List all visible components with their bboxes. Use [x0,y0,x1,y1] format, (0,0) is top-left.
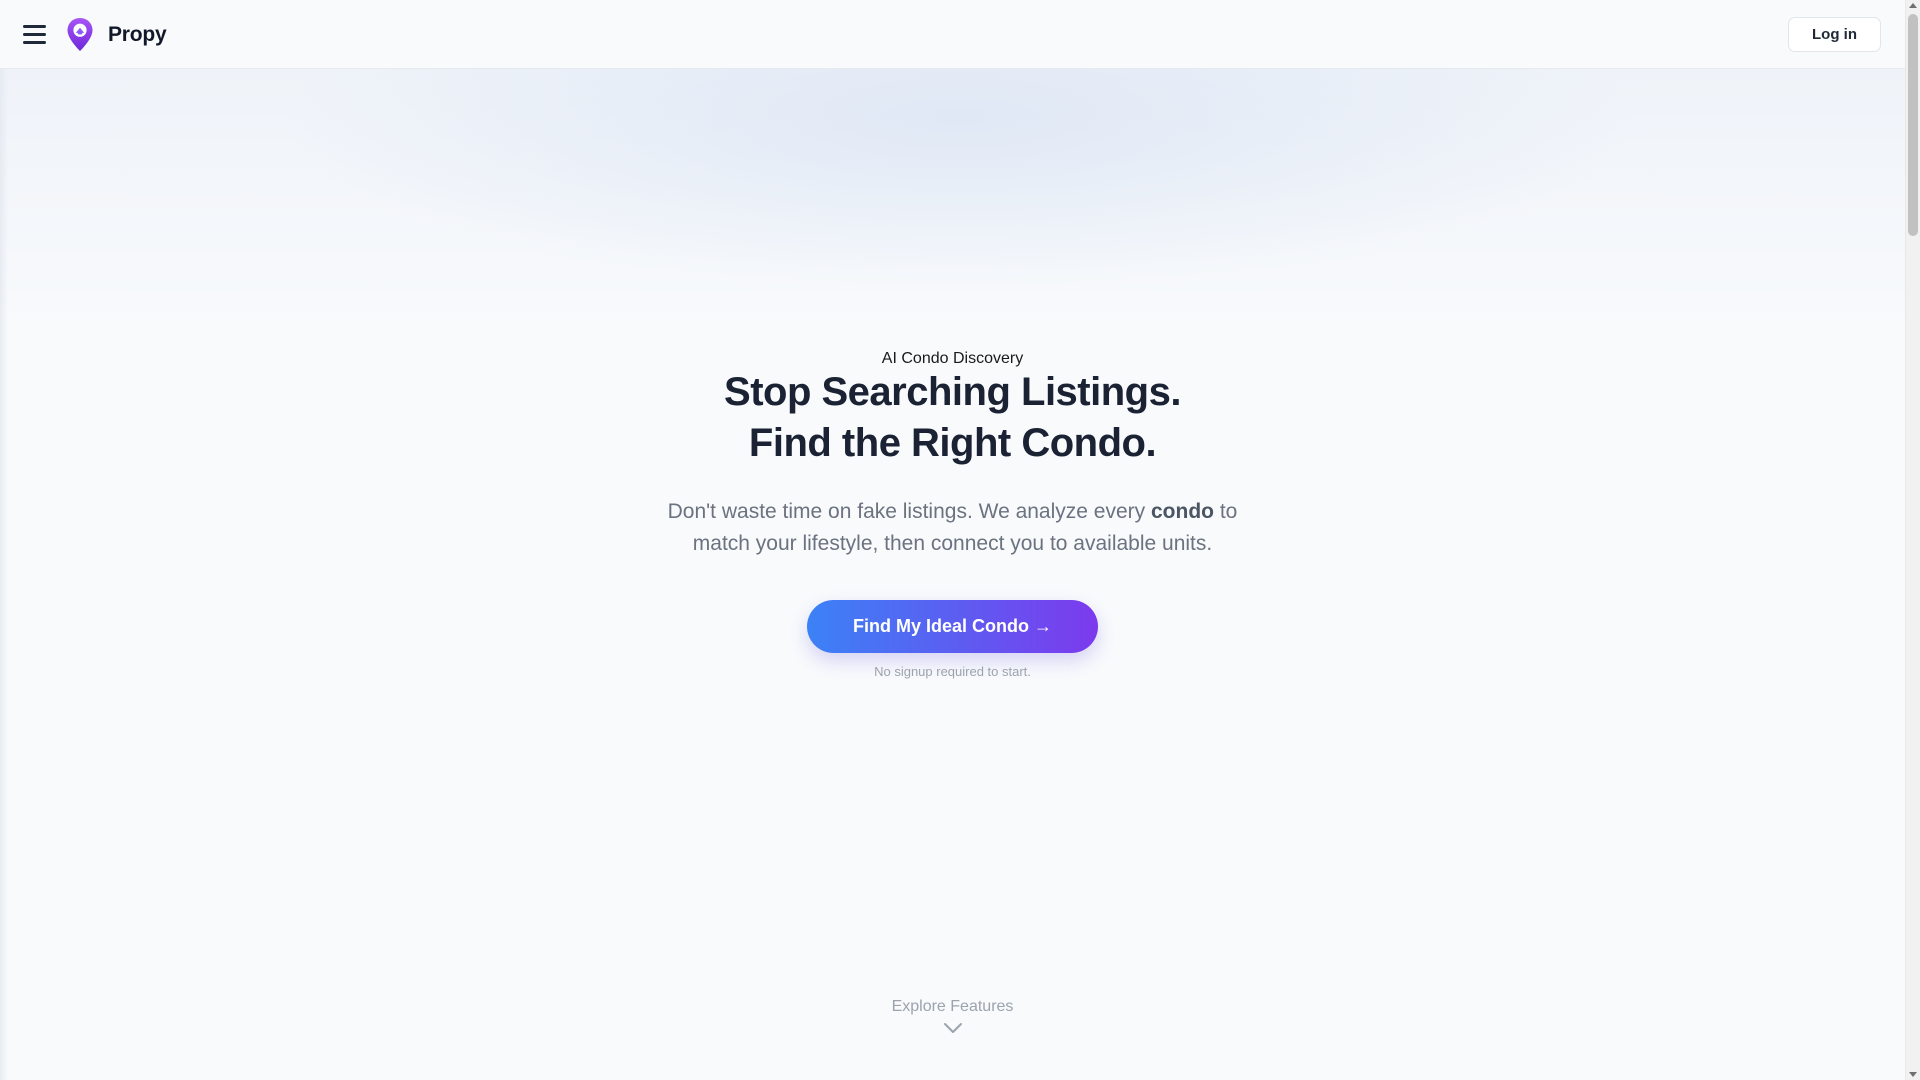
hero-headline: Stop Searching Listings. Find the Right … [0,367,1905,469]
headline-line-1: Stop Searching Listings. [724,370,1181,414]
hamburger-menu-icon[interactable] [20,21,52,49]
brand-name: Propy [108,23,167,46]
description-text-1: Don't waste time on fake listings. We an… [667,500,1151,523]
location-pin-logo-icon [67,18,93,51]
hero-background [0,69,1905,1080]
menu-line [23,25,46,28]
chevron-down-icon [943,1023,962,1033]
page-scrollbar[interactable] [1905,0,1920,1080]
page-edge-shadow [0,69,8,1080]
menu-line [23,33,46,36]
find-ideal-condo-button[interactable]: Find My Ideal Condo → [807,600,1098,653]
landing-page: Propy Log in AI Condo Discovery Stop Sea… [0,0,1920,1080]
hero-description: Don't waste time on fake listings. We an… [660,496,1245,560]
scrollbar-thumb[interactable] [1908,14,1918,236]
brand-home-link[interactable]: Propy [66,17,167,53]
scroll-down-arrow-icon[interactable] [1909,1072,1917,1077]
explore-features-link[interactable]: Explore Features [0,997,1905,1034]
menu-line [23,41,46,44]
scroll-up-arrow-icon[interactable] [1909,3,1917,8]
top-navigation-bar: Propy Log in [0,0,1905,69]
explore-features-label: Explore Features [891,998,1014,1015]
hero-eyebrow: AI Condo Discovery [881,350,1024,367]
description-emphasis: condo [1150,500,1214,523]
login-button[interactable]: Log in [1788,17,1881,52]
signup-note: No signup required to start. [874,664,1031,679]
headline-line-2: Find the Right Condo. [748,421,1157,465]
